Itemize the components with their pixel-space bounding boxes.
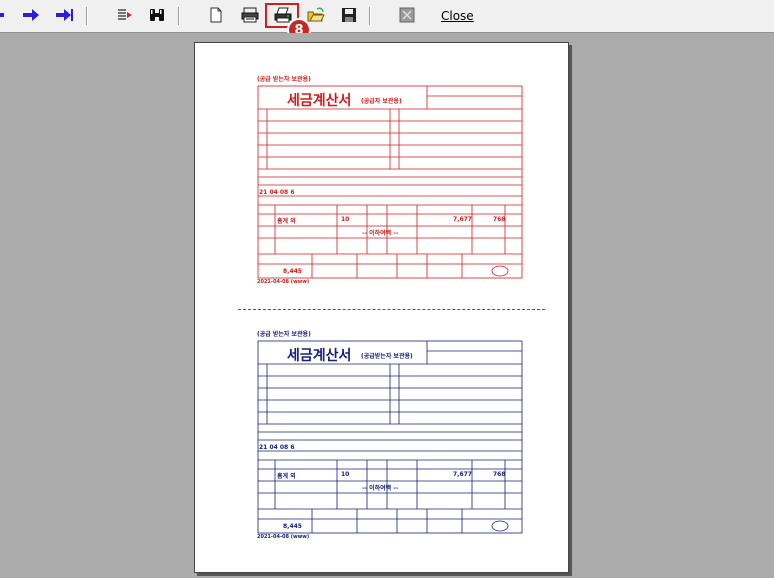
open-icon (307, 7, 325, 22)
find-button[interactable] (148, 6, 166, 24)
first-page-button[interactable] (0, 6, 14, 24)
save-icon (342, 8, 356, 22)
invoice-supply: 7,677 (453, 471, 472, 478)
invoice-supply: 7,677 (453, 216, 472, 223)
next-page-icon (23, 9, 39, 21)
save-button[interactable] (340, 6, 358, 24)
invoice-total: 8,445 (283, 523, 302, 530)
invoice-total: 8,445 (283, 268, 302, 275)
invoice-date: 21 04 08 6 (259, 189, 295, 196)
cut-line (238, 309, 545, 310)
export-button[interactable] (398, 6, 416, 24)
invoice-item-name: 홈게 외 (277, 218, 296, 225)
invoice-top-note: (공급 받는자 보관용) (257, 331, 311, 338)
invoice-remark: -- 이하여백 -- (362, 485, 399, 492)
page-setup-button[interactable] (207, 6, 225, 24)
invoice-tax: 768 (493, 216, 506, 223)
preview-page: (공급 받는자 보관용) 세금계산서 (공급자 보관용) 21 04 08 6 … (194, 42, 569, 573)
page-select-button[interactable] (116, 6, 134, 24)
find-icon (150, 9, 164, 21)
last-page-button[interactable] (56, 6, 74, 24)
invoice-qty: 10 (341, 471, 350, 478)
printer-setup-icon (241, 7, 259, 23)
invoice-footer: 2021-04-08 (www) (257, 279, 310, 285)
close-button[interactable]: Close (441, 9, 474, 23)
preview-area[interactable]: (공급 받는자 보관용) 세금계산서 (공급자 보관용) 21 04 08 6 … (0, 33, 774, 578)
invoice-subtitle: (공급받는자 보관용) (361, 353, 413, 360)
invoice-title: 세금계산서 (287, 348, 352, 364)
toolbar-separator (369, 7, 370, 25)
invoice-buyer-copy: (공급 받는자 보관용) 세금계산서 (공급받는자 보관용) 21 04 08 … (257, 329, 527, 540)
open-button[interactable] (307, 6, 325, 24)
toolbar: 8 Close (0, 0, 774, 42)
first-page-icon (0, 13, 4, 17)
next-page-button[interactable] (22, 6, 40, 24)
last-page-icon (56, 9, 73, 21)
invoice-date: 21 04 08 6 (259, 444, 295, 451)
invoice-supplier-copy: (공급 받는자 보관용) 세금계산서 (공급자 보관용) 21 04 08 6 … (257, 74, 527, 285)
export-icon (399, 7, 415, 23)
invoice-title: 세금계산서 (287, 93, 352, 109)
invoice-qty: 10 (341, 216, 350, 223)
invoice-tax: 768 (493, 471, 506, 478)
invoice-item-name: 홈게 외 (277, 473, 296, 480)
invoice-top-note: (공급 받는자 보관용) (257, 76, 311, 83)
page-setup-icon (210, 7, 222, 23)
printer-setup-button[interactable] (241, 6, 259, 24)
invoice-subtitle: (공급자 보관용) (361, 98, 402, 105)
invoice-remark: -- 이하여백 -- (362, 230, 399, 237)
page-select-icon (118, 9, 132, 20)
invoice-footer: 2021-04-08 (www) (257, 534, 310, 540)
toolbar-separator (178, 7, 179, 25)
toolbar-separator (86, 7, 87, 25)
